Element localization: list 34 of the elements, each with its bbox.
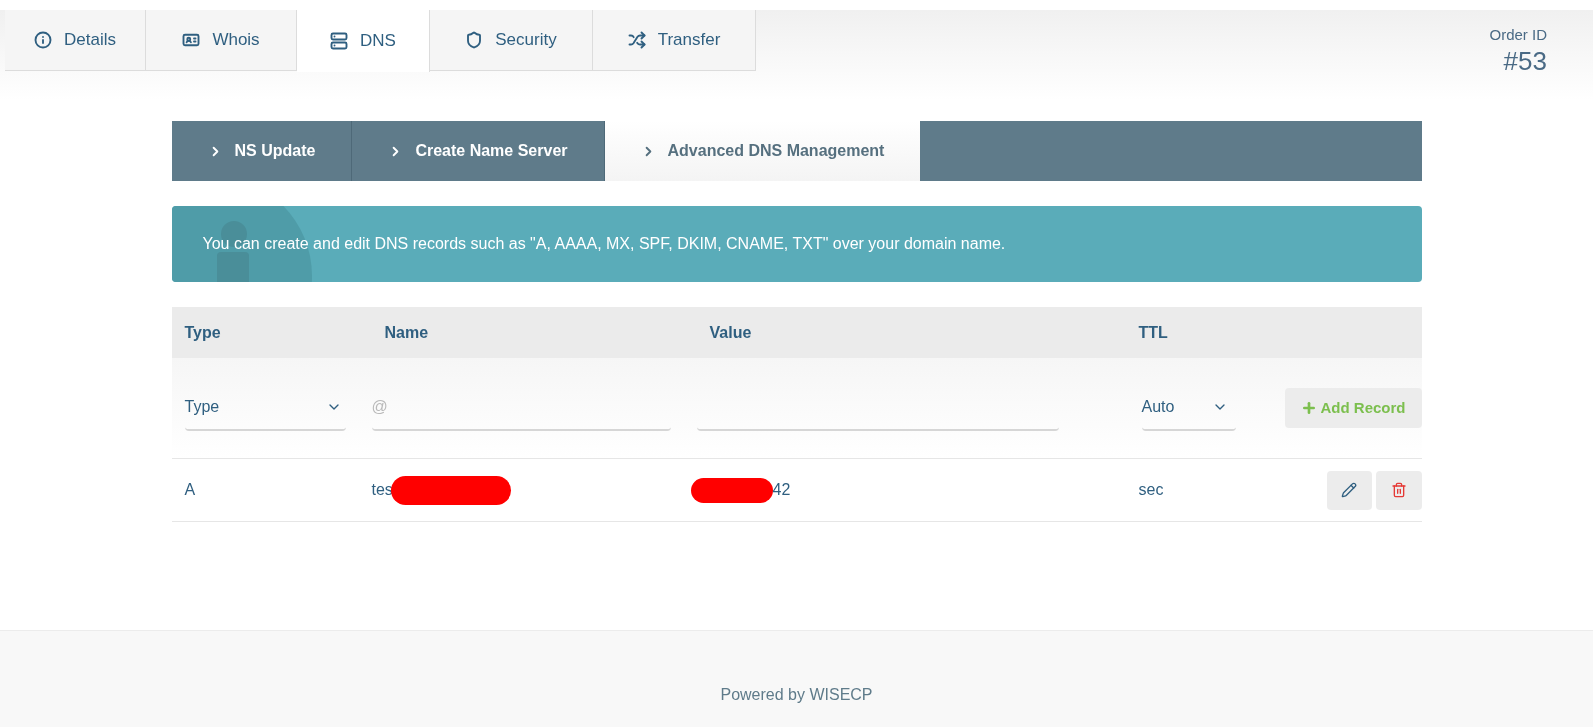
ttl-select[interactable]: Auto (1141, 385, 1236, 431)
delete-button[interactable] (1376, 470, 1422, 510)
column-header: Value (708, 322, 753, 343)
info-icon (34, 31, 52, 49)
plus-icon (1300, 400, 1317, 416)
table-cell-text: sec (1137, 480, 1165, 500)
table-cell-text: tes (371, 480, 393, 500)
shuffle-icon (627, 31, 646, 49)
pencil-icon (1341, 482, 1358, 498)
subtab[interactable]: Advanced DNS Management (604, 121, 921, 181)
info-icon (171, 206, 312, 282)
tab[interactable]: Security (430, 10, 593, 71)
order-id-label: Order ID (1489, 25, 1547, 45)
alert-text: You can create and edit DNS records such as "A, AAAA, MX, SPF, DKIM, CNAME, TXT" over your domain name. (202, 234, 1006, 254)
trash-icon (1390, 482, 1407, 498)
tab[interactable]: Transfer (593, 10, 756, 71)
table-cell-text: 42 (772, 480, 791, 500)
tab[interactable]: DNS (297, 10, 430, 72)
column-header: Type (183, 322, 222, 343)
column-header: TTL (1137, 322, 1169, 343)
tab[interactable]: Whois (146, 10, 297, 71)
edit-button[interactable] (1326, 470, 1373, 510)
column-header: Name (383, 322, 430, 343)
name-field[interactable]: @ (371, 385, 671, 431)
shield-icon (465, 31, 484, 49)
server-icon (330, 32, 349, 50)
type-select[interactable]: Type (184, 385, 346, 431)
card-icon (182, 31, 201, 49)
footer-text: Powered by WISECP (720, 685, 873, 705)
order-id-value: #53 (1503, 46, 1547, 75)
subtab[interactable]: Create Name Server (352, 121, 605, 181)
subtab[interactable]: NS Update (171, 121, 353, 181)
tab[interactable]: Details (5, 10, 146, 71)
table-cell-text: A (183, 480, 197, 500)
